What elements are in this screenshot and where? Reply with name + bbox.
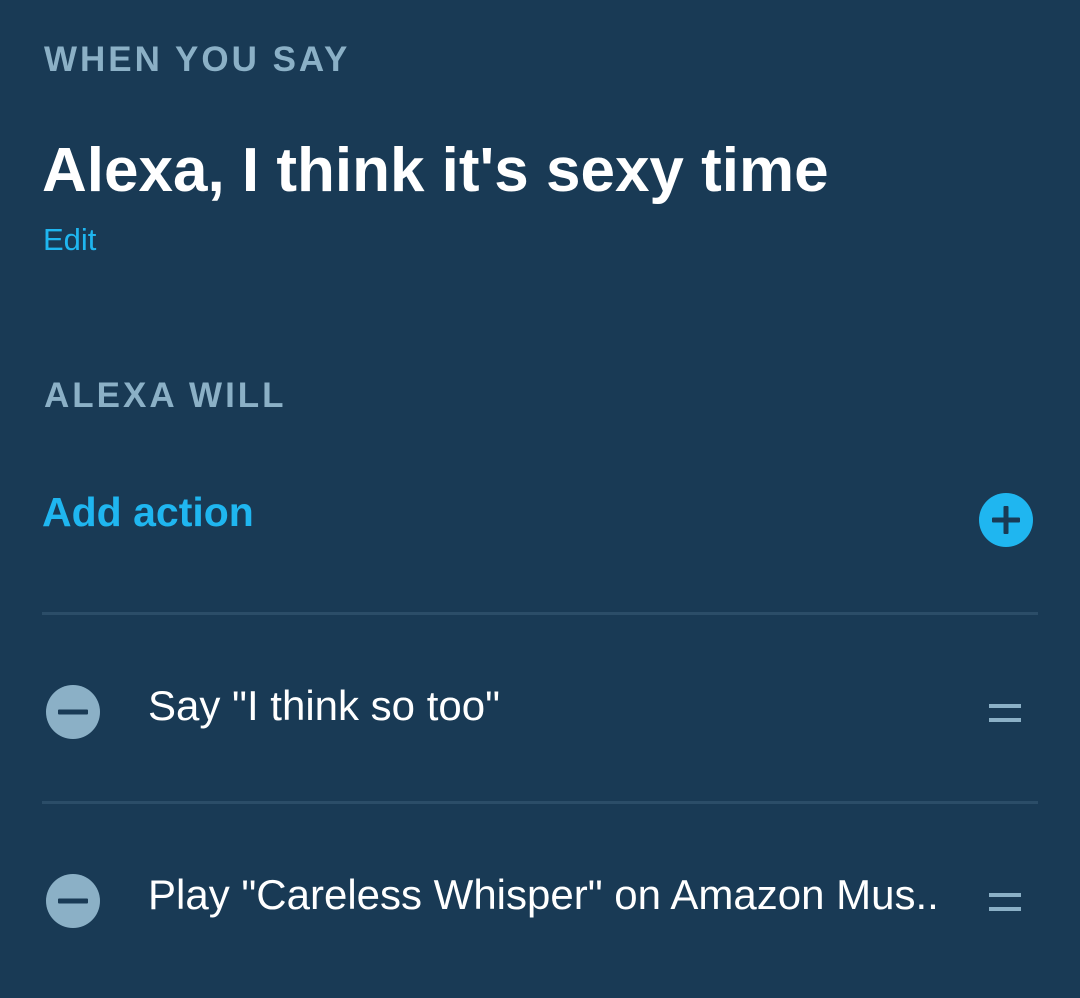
section-label-alexa-will: ALEXA WILL [44, 376, 287, 415]
action-item: Say "I think so too" [42, 661, 1038, 761]
divider [42, 801, 1038, 804]
drag-handle-icon[interactable] [987, 890, 1023, 914]
add-action-row[interactable]: Add action [42, 470, 1038, 570]
add-action-label: Add action [42, 489, 254, 535]
drag-handle-icon[interactable] [987, 701, 1023, 725]
divider [42, 612, 1038, 615]
minus-circle-icon[interactable] [46, 874, 100, 928]
section-label-when-you-say: WHEN YOU SAY [44, 40, 351, 79]
action-item: Play "Careless Whisper" on Amazon Mus.. [42, 850, 1038, 950]
minus-circle-icon[interactable] [46, 685, 100, 739]
action-label: Play "Careless Whisper" on Amazon Mus.. [148, 871, 939, 918]
action-label: Say "I think so too" [148, 682, 500, 729]
plus-circle-icon[interactable] [979, 493, 1033, 547]
edit-link[interactable]: Edit [43, 224, 96, 255]
trigger-phrase: Alexa, I think it's sexy time [42, 136, 829, 205]
